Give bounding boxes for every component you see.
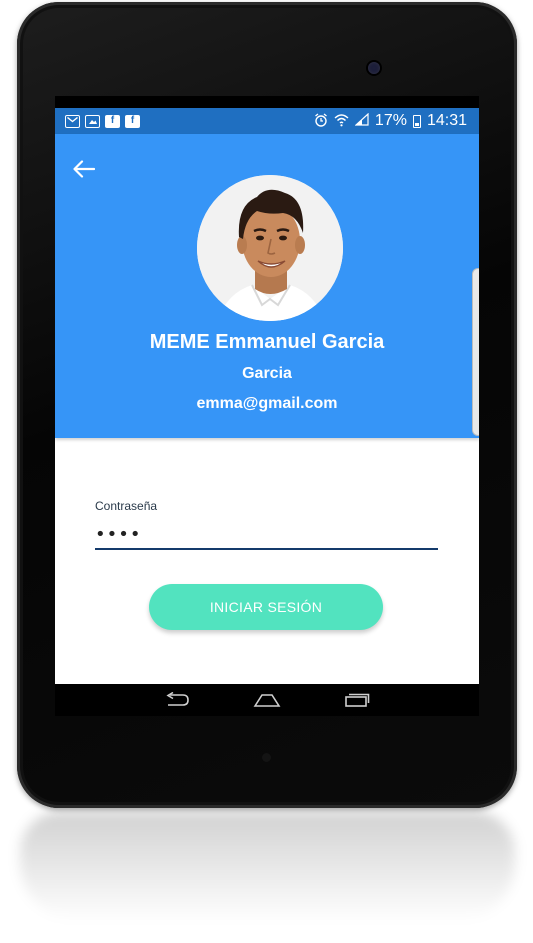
system-status: 17% 14:31 [314, 112, 467, 130]
front-camera [368, 62, 380, 74]
password-field[interactable] [95, 520, 438, 550]
avatar-photo [197, 175, 343, 321]
battery-percent: 17% [374, 112, 407, 129]
back-button[interactable] [69, 154, 99, 184]
side-drawer-handle[interactable] [472, 268, 479, 436]
clock: 14:31 [426, 112, 467, 129]
signal-icon [354, 112, 369, 129]
navigation-bar [55, 684, 479, 716]
notification-icons: f f [65, 114, 140, 128]
home-nav-icon [253, 694, 281, 707]
back-nav-icon [166, 692, 189, 706]
profile-surname: Garcia [242, 365, 292, 382]
facebook-icon: f [105, 114, 120, 128]
nav-back-button[interactable] [161, 689, 193, 711]
password-label: Contraseña [95, 499, 158, 513]
profile-email: emma@gmail.com [196, 395, 338, 412]
device-reflection [20, 812, 515, 922]
arrow-left-icon [73, 160, 95, 178]
device-sensor [262, 753, 271, 762]
alarm-icon [314, 112, 328, 130]
status-bar: f f 17% 14:31 [55, 108, 479, 134]
gallery-icon [85, 114, 100, 128]
facebook-icon: f [125, 114, 140, 128]
nav-home-button[interactable] [251, 689, 283, 711]
login-screen: MEME Emmanuel Garcia Garcia emma@gmail.c… [55, 134, 479, 684]
tablet-screen: f f 17% 14:31 MEME Emmanuel Garcia Garci… [55, 96, 479, 716]
avatar [197, 175, 343, 321]
recents-nav-icon [345, 693, 370, 707]
login-button[interactable]: INICIAR SESIÓN [149, 584, 383, 630]
gmail-icon [65, 114, 80, 128]
profile-name: MEME Emmanuel Garcia [149, 331, 385, 353]
battery-icon [412, 114, 421, 128]
nav-recents-button[interactable] [341, 689, 373, 711]
profile-header: MEME Emmanuel Garcia Garcia emma@gmail.c… [55, 134, 479, 438]
wifi-icon [334, 113, 349, 130]
